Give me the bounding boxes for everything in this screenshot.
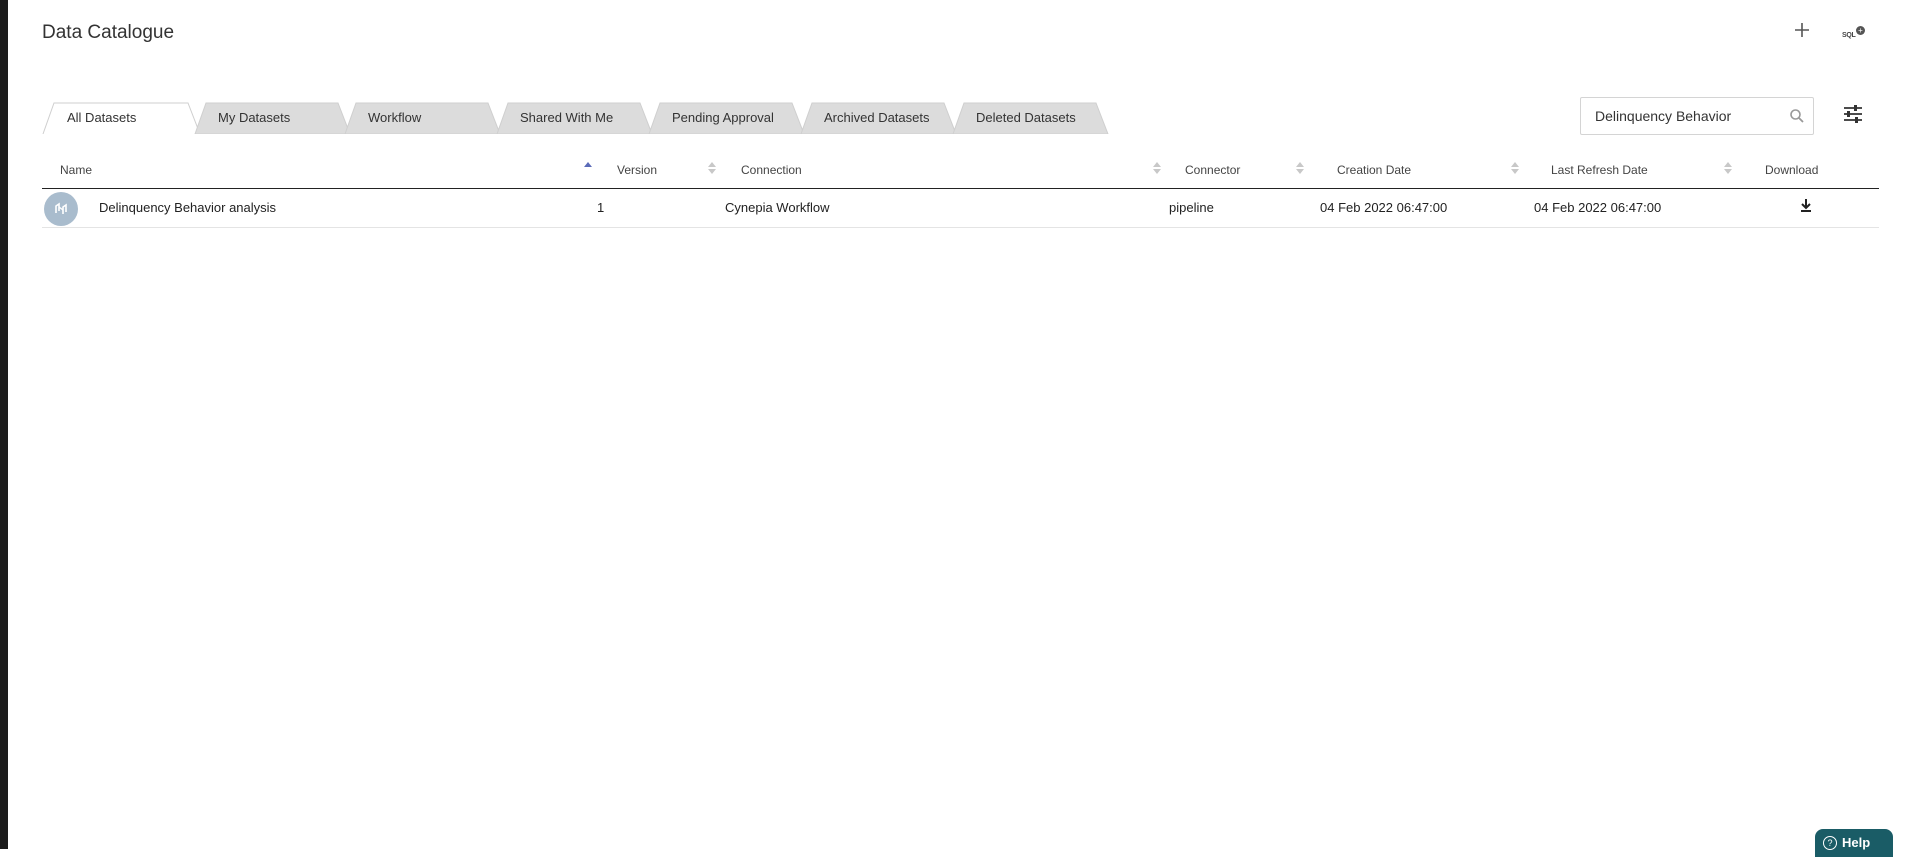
help-label: Help <box>1842 835 1871 850</box>
column-header-creation-date[interactable]: Creation Date <box>1337 163 1411 177</box>
tab-label: Archived Datasets <box>824 110 930 125</box>
dataset-connector: pipeline <box>1169 200 1214 215</box>
dataset-name-link[interactable]: Delinquency Behavior analysis <box>99 200 276 215</box>
search-icon[interactable] <box>1789 108 1805 124</box>
tab-deleted-datasets[interactable]: Deleted Datasets <box>952 101 1110 134</box>
help-question-icon: ? <box>1823 836 1837 850</box>
tab-shared-with-me[interactable]: Shared With Me <box>496 101 653 134</box>
dataset-avatar <box>44 192 78 226</box>
column-header-name[interactable]: Name <box>60 163 92 177</box>
table-row[interactable]: Delinquency Behavior analysis 1 Cynepia … <box>42 189 1879 228</box>
sort-icon[interactable] <box>708 160 716 176</box>
dataset-connection: Cynepia Workflow <box>725 200 830 215</box>
tab-my-datasets[interactable]: My Datasets <box>194 101 351 134</box>
help-button[interactable]: ? Help <box>1815 829 1893 857</box>
tab-archived-datasets[interactable]: Archived Datasets <box>800 101 957 134</box>
tab-label: My Datasets <box>218 110 291 125</box>
sort-ascending-icon[interactable] <box>584 160 592 176</box>
column-header-connection[interactable]: Connection <box>741 163 802 177</box>
tab-label: Deleted Datasets <box>976 110 1076 125</box>
add-dataset-button[interactable] <box>1790 18 1814 42</box>
column-header-connector[interactable]: Connector <box>1185 163 1240 177</box>
search-input[interactable] <box>1591 106 1779 126</box>
sort-icon[interactable] <box>1296 160 1304 176</box>
dataset-tabs: All Datasets My Datasets Workflow Shared… <box>42 101 1112 134</box>
tab-label: Workflow <box>368 110 422 125</box>
sliders-icon <box>1844 105 1862 123</box>
sort-icon[interactable] <box>1511 160 1519 176</box>
sql-add-button[interactable]: SQL + <box>1840 24 1868 42</box>
left-edge-bar <box>0 0 8 849</box>
dataset-creation-date: 04 Feb 2022 06:47:00 <box>1320 200 1448 215</box>
column-header-version[interactable]: Version <box>617 163 657 177</box>
sql-label: SQL <box>1842 32 1856 39</box>
tab-all-datasets[interactable]: All Datasets <box>42 101 201 134</box>
workflow-icon <box>55 202 67 214</box>
page-title: Data Catalogue <box>42 22 175 43</box>
dataset-last-refresh-date: 04 Feb 2022 06:47:00 <box>1534 200 1662 215</box>
column-header-download: Download <box>1765 163 1819 177</box>
column-header-last-refresh-date[interactable]: Last Refresh Date <box>1551 163 1648 177</box>
plus-icon <box>1795 23 1809 37</box>
tab-label: Pending Approval <box>672 110 774 125</box>
sort-icon[interactable] <box>1724 160 1732 176</box>
search-box <box>1580 97 1814 135</box>
tab-label: Shared With Me <box>520 110 614 125</box>
tab-workflow[interactable]: Workflow <box>344 101 501 134</box>
dataset-version: 1 <box>597 200 605 215</box>
tab-pending-approval[interactable]: Pending Approval <box>648 101 805 134</box>
datasets-table: Name Version Connection Connector Creati… <box>42 152 1879 228</box>
table-header: Name Version Connection Connector Creati… <box>42 152 1879 189</box>
download-icon[interactable] <box>1798 198 1814 214</box>
sort-icon[interactable] <box>1153 160 1161 176</box>
tab-label: All Datasets <box>67 110 137 125</box>
filter-settings-button[interactable] <box>1842 103 1864 125</box>
sql-add-icon: + <box>1856 26 1865 35</box>
